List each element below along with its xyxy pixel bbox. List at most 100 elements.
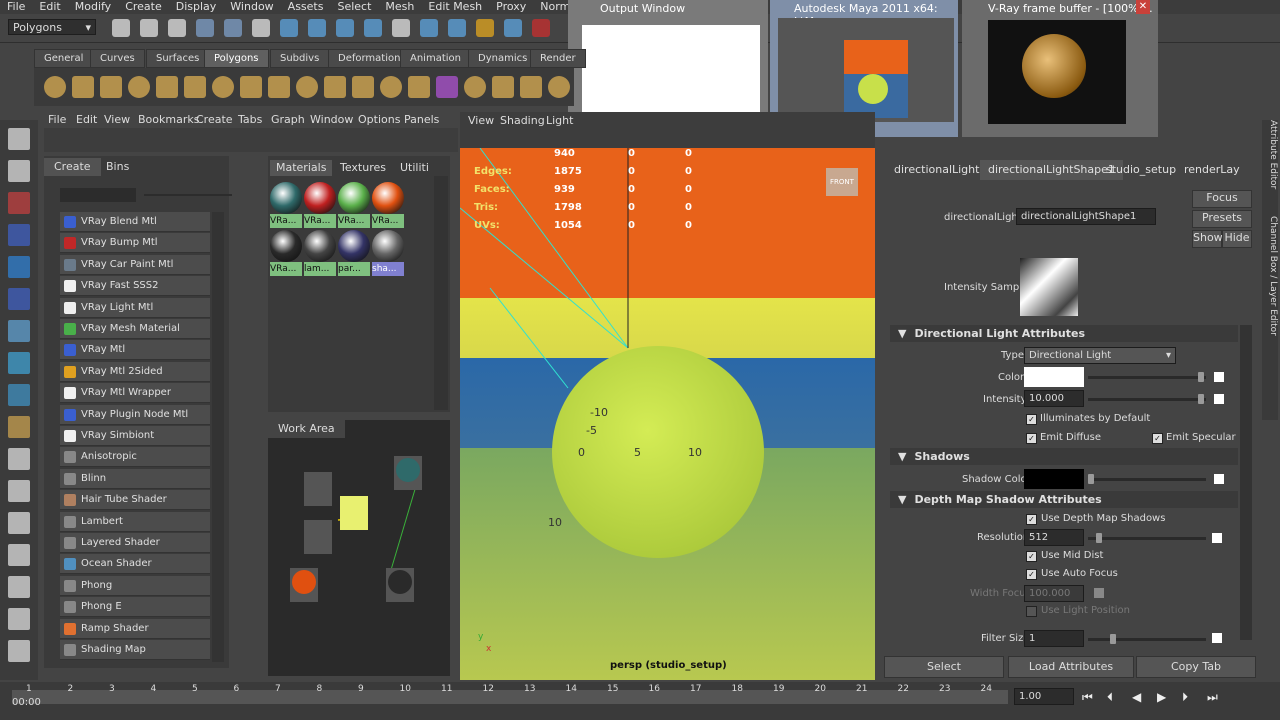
tab-materials[interactable]: Materials [270,160,333,176]
menu-item-2[interactable]: Modify [68,0,118,13]
tab-bins[interactable]: Bins [96,158,139,176]
panel-menu-item[interactable]: Edit [76,113,97,126]
shelf-tab-subdivs[interactable]: Subdivs [270,49,330,68]
slider-knob[interactable] [1096,533,1102,543]
hypershade-node-item[interactable]: Lambert [60,511,210,532]
viewport-menu-item[interactable]: Light [546,114,573,127]
shelf-tab-curves[interactable]: Curves [90,49,145,68]
icon-size-slider[interactable] [144,194,232,196]
menu-item-8[interactable]: Mesh [378,0,421,13]
shelf-tab-surfaces[interactable]: Surfaces [146,49,210,68]
resolution-field[interactable]: 512 [1024,529,1084,546]
shelf-icon[interactable] [324,76,346,98]
toolbox-tool[interactable] [8,416,30,438]
section-shadows[interactable]: ▼ Shadows [890,448,1238,465]
type-dropdown[interactable]: Directional Light ▾ [1024,347,1176,364]
status-line-icon[interactable] [112,19,130,37]
shelf-icon[interactable] [548,76,570,98]
presets-button[interactable]: Presets [1192,210,1252,228]
shelf-icon[interactable] [156,76,178,98]
menu-item-6[interactable]: Assets [281,0,331,13]
shelf-icon[interactable] [408,76,430,98]
status-line-icon[interactable] [476,19,494,37]
slider-knob[interactable] [1110,634,1116,644]
toolbox-tool[interactable] [8,512,30,534]
filter-size-field[interactable]: 1 [1024,630,1084,647]
status-line-icon[interactable] [308,19,326,37]
section-depth-map[interactable]: ▼ Depth Map Shadow Attributes [890,491,1238,508]
playback-button-icon[interactable]: ⏴ [1107,690,1113,705]
node-vray-top[interactable] [394,456,422,490]
toolbox-tool[interactable] [8,608,30,630]
side-tab-attribute-editor[interactable]: Attribute Editor [1262,120,1278,210]
attr-tab[interactable]: renderLay [1176,160,1248,180]
map-button-icon[interactable] [1214,394,1224,404]
toolbox-tool[interactable] [8,160,30,182]
close-icon[interactable]: ✕ [1136,0,1150,14]
material-swatch[interactable]: VRa... [338,182,370,228]
material-swatch[interactable]: VRa... [270,230,302,276]
shelf-tab-deformation[interactable]: Deformation [328,49,411,68]
toolbox-tool[interactable] [8,320,30,342]
hypershade-node-item[interactable]: VRay Blend Mtl [60,212,210,232]
shadow-color-slider[interactable] [1088,478,1206,481]
hypershade-node-item[interactable]: Layered Shader [60,533,210,553]
chevron-down-icon[interactable]: ▾ [85,20,91,36]
intensity-slider[interactable] [1088,398,1206,401]
viewcube[interactable]: FRONT [826,168,858,196]
map-button-icon[interactable] [1212,533,1222,543]
shelf-icon[interactable] [128,76,150,98]
playback-button-icon[interactable]: ⏵ [1182,690,1188,705]
taskbar-thumb-vray[interactable]: V-Ray frame buffer - [100% ... ✕ [962,0,1158,137]
status-line-icon[interactable] [420,19,438,37]
shelf-icon[interactable] [492,76,514,98]
slider-knob[interactable] [1198,394,1204,404]
shelf-icon[interactable] [44,76,66,98]
playback-button-icon[interactable]: ⏮ [1082,690,1093,705]
panel-menu-item[interactable]: Tabs [238,113,262,126]
material-swatch[interactable]: lam... [304,230,336,276]
scrollbar[interactable] [212,212,224,662]
hypershade-node-item[interactable]: VRay Light Mtl [60,297,210,318]
hypershade-node-item[interactable]: Anisotropic [60,447,210,468]
filter-size-slider[interactable] [1088,638,1206,641]
attr-tab[interactable]: studio_setup [1098,160,1184,180]
status-line-icon[interactable] [392,19,410,37]
menu-item-3[interactable]: Create [118,0,169,13]
status-line-icon[interactable] [252,19,270,37]
use-mid-dist-checkbox[interactable]: ✓ [1026,551,1037,562]
panel-menu-item[interactable]: Graph [271,113,305,126]
menu-item-5[interactable]: Window [223,0,280,13]
scrollbar[interactable] [1240,325,1252,640]
status-line-icon[interactable] [140,19,158,37]
panel-menu-item[interactable]: Create [196,113,233,126]
shelf-tab-render[interactable]: Render [530,49,586,68]
load-attributes-button[interactable]: Load Attributes [1008,656,1134,678]
status-line-icon[interactable] [336,19,354,37]
shelf-tab-polygons[interactable]: Polygons [204,49,269,68]
status-line-icon[interactable] [196,19,214,37]
toolbox-tool[interactable] [8,192,30,214]
toolbox-tool[interactable] [8,352,30,374]
panel-menu-item[interactable]: Bookmarks [138,113,199,126]
panel-menu-item[interactable]: Panels [404,113,439,126]
node-name-field[interactable]: directionalLightShape1 [1016,208,1156,225]
viewport-persp[interactable]: FRONT persp (studio_setup) y x 940 0 0 Edge… [460,112,875,680]
tab-create[interactable]: Create [44,158,101,176]
shelf-icon[interactable] [380,76,402,98]
map-button-icon[interactable] [1212,633,1222,643]
playback-button-icon[interactable]: ⏭ [1207,690,1218,705]
panel-menu-item[interactable]: File [48,113,66,126]
emit-diffuse-checkbox[interactable]: ✓ [1026,433,1037,444]
playback-button-icon[interactable]: ▶ [1157,690,1166,704]
shelf-icon[interactable] [352,76,374,98]
status-line-icon[interactable] [532,19,550,37]
node-vray-orange[interactable] [290,568,318,602]
shelf-icon[interactable] [100,76,122,98]
tab-textures[interactable]: Textures [334,160,392,176]
hypershade-node-item[interactable]: Phong [60,575,210,596]
section-directional-light[interactable]: ▼ Directional Light Attributes [890,325,1238,342]
panel-menu-item[interactable]: Window [310,113,353,126]
hypershade-node-item[interactable]: Ramp Shader [60,618,210,639]
status-line-icon[interactable] [224,19,242,37]
